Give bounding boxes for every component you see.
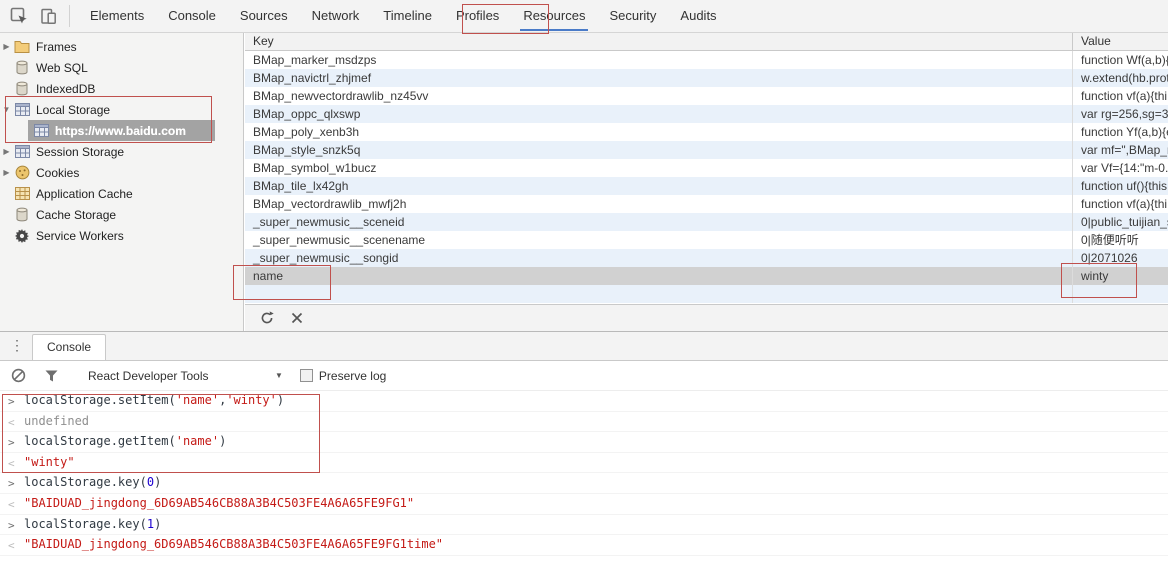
column-header-key[interactable]: Key xyxy=(245,33,1073,50)
sidebar-item-label: Local Storage xyxy=(36,103,110,117)
command-prompt-icon: > xyxy=(8,392,15,411)
table-row-selected[interactable]: namewinty xyxy=(245,267,1168,285)
sidebar-item-indexeddb[interactable]: IndexedDB xyxy=(0,78,243,99)
sidebar-item-label: https://www.baidu.com xyxy=(55,124,186,138)
console-tabstrip: ⋮ Console xyxy=(0,332,1168,361)
sidebar-item-label: Cache Storage xyxy=(36,208,116,222)
tab-security[interactable]: Security xyxy=(601,0,664,32)
column-header-value[interactable]: Value xyxy=(1073,33,1168,50)
tab-timeline[interactable]: Timeline xyxy=(375,0,440,32)
disclosure-collapsed-icon[interactable]: ▶ xyxy=(0,168,13,177)
console-command: >localStorage.setItem('name','winty') xyxy=(0,391,1168,412)
console-result: <undefined xyxy=(0,412,1168,433)
delete-item-button[interactable] xyxy=(289,310,305,326)
filter-icon[interactable] xyxy=(43,368,59,384)
storage-grid-icon xyxy=(13,144,31,160)
disclosure-expanded-icon[interactable]: ▼ xyxy=(0,105,13,114)
toolbar-divider xyxy=(69,5,70,27)
table-row[interactable]: BMap_newvectordrawlib_nz45vvfunction vf(… xyxy=(245,87,1168,105)
sidebar-item-label: Application Cache xyxy=(36,187,133,201)
table-row[interactable]: BMap_symbol_w1buczvar Vf={14:"m-0. xyxy=(245,159,1168,177)
preserve-log-checkbox[interactable] xyxy=(300,369,313,382)
result-arrow-icon: < xyxy=(8,454,15,473)
console-result: <"BAIDUAD_jingdong_6D69AB546CB88A3B4C503… xyxy=(0,494,1168,515)
disclosure-collapsed-icon[interactable]: ▶ xyxy=(0,147,13,156)
console-drawer: ⋮ Console React Developer Tools ▼ Preser… xyxy=(0,331,1168,561)
table-row[interactable]: BMap_oppc_qlxswpvar rg=256,sg=3 xyxy=(245,105,1168,123)
resources-sidebar: ▶ Frames Web SQL IndexedDB ▼ Local xyxy=(0,33,244,331)
folder-icon xyxy=(13,39,31,55)
table-row[interactable]: _super_newmusic__songid0|2071026 xyxy=(245,249,1168,267)
sidebar-item-local-storage[interactable]: ▼ Local Storage xyxy=(0,99,243,120)
cookie-icon xyxy=(13,165,31,181)
console-result: <"BAIDUAD_jingdong_6D69AB546CB88A3B4C503… xyxy=(0,535,1168,556)
table-row[interactable]: BMap_style_snzk5qvar mf=",BMap_r xyxy=(245,141,1168,159)
devtools-tabbar: Elements Console Sources Network Timelin… xyxy=(0,0,1168,33)
devtools-window: Elements Console Sources Network Timelin… xyxy=(0,0,1168,561)
sidebar-item-session-storage[interactable]: ▶ Session Storage xyxy=(0,141,243,162)
console-result: <"winty" xyxy=(0,453,1168,474)
preserve-log-label: Preserve log xyxy=(319,369,386,383)
refresh-button[interactable] xyxy=(259,310,275,326)
table-row[interactable]: _super_newmusic__scenename0|随便听听 xyxy=(245,231,1168,249)
device-toolbar-icon[interactable] xyxy=(38,6,58,26)
gear-icon xyxy=(13,228,31,244)
sidebar-item-frames[interactable]: ▶ Frames xyxy=(0,36,243,57)
sidebar-item-cookies[interactable]: ▶ Cookies xyxy=(0,162,243,183)
sidebar-item-label: Cookies xyxy=(36,166,79,180)
table-row[interactable]: BMap_tile_lx42ghfunction uf(){this xyxy=(245,177,1168,195)
database-icon xyxy=(13,207,31,223)
command-prompt-icon: > xyxy=(8,433,15,452)
storage-panel: Key Value BMap_marker_msdzpsfunction Wf(… xyxy=(245,33,1168,331)
console-command: >localStorage.key(1) xyxy=(0,515,1168,536)
table-row[interactable]: BMap_marker_msdzpsfunction Wf(a,b){ xyxy=(245,51,1168,69)
console-command: >localStorage.getItem('name') xyxy=(0,432,1168,453)
result-arrow-icon: < xyxy=(8,413,15,432)
execution-context-selector[interactable]: React Developer Tools xyxy=(88,369,271,383)
table-row[interactable]: _super_newmusic__sceneid0|public_tuijian… xyxy=(245,213,1168,231)
table-row[interactable] xyxy=(245,285,1168,303)
disclosure-collapsed-icon[interactable]: ▶ xyxy=(0,42,13,51)
tab-console[interactable]: Console xyxy=(160,0,224,32)
storage-grid-icon xyxy=(13,102,31,118)
sidebar-item-label: IndexedDB xyxy=(36,82,95,96)
tab-resources[interactable]: Resources xyxy=(515,0,593,32)
table-row[interactable]: BMap_poly_xenb3hfunction Yf(a,b){e xyxy=(245,123,1168,141)
inspect-element-icon[interactable] xyxy=(9,6,29,26)
sidebar-item-websql[interactable]: Web SQL xyxy=(0,57,243,78)
tab-sources[interactable]: Sources xyxy=(232,0,296,32)
tab-audits[interactable]: Audits xyxy=(672,0,724,32)
tab-profiles[interactable]: Profiles xyxy=(448,0,507,32)
database-icon xyxy=(13,60,31,76)
drawer-menu-icon[interactable]: ⋮ xyxy=(10,337,24,354)
table-row[interactable]: BMap_navictrl_zhjmefw.extend(hb.prot xyxy=(245,69,1168,87)
tab-console-drawer[interactable]: Console xyxy=(32,334,106,360)
storage-toolbar xyxy=(245,304,1168,331)
command-prompt-icon: > xyxy=(8,474,15,493)
database-icon xyxy=(13,81,31,97)
sidebar-item-label: Frames xyxy=(36,40,77,54)
sidebar-item-service-workers[interactable]: Service Workers xyxy=(0,225,243,246)
sidebar-item-application-cache[interactable]: Application Cache xyxy=(0,183,243,204)
appcache-icon xyxy=(13,186,31,202)
sidebar-item-baidu-local-storage[interactable]: https://www.baidu.com xyxy=(0,120,243,141)
sidebar-item-label: Web SQL xyxy=(36,61,88,75)
sidebar-item-label: Session Storage xyxy=(36,145,124,159)
tab-elements[interactable]: Elements xyxy=(82,0,152,32)
table-row[interactable]: BMap_vectordrawlib_mwfj2hfunction vf(a){… xyxy=(245,195,1168,213)
console-messages: >localStorage.setItem('name','winty') <u… xyxy=(0,391,1168,556)
table-header-row: Key Value xyxy=(245,33,1168,51)
selected-tree-row[interactable]: https://www.baidu.com xyxy=(28,120,215,141)
clear-console-icon[interactable] xyxy=(10,368,26,384)
tab-network[interactable]: Network xyxy=(304,0,368,32)
result-arrow-icon: < xyxy=(8,495,15,514)
console-filterbar: React Developer Tools ▼ Preserve log xyxy=(0,361,1168,391)
sidebar-item-label: Service Workers xyxy=(36,229,124,243)
sidebar-item-cache-storage[interactable]: Cache Storage xyxy=(0,204,243,225)
storage-grid-icon xyxy=(32,123,50,139)
console-command: >localStorage.key(0) xyxy=(0,473,1168,494)
result-arrow-icon: < xyxy=(8,536,15,555)
chevron-down-icon[interactable]: ▼ xyxy=(275,371,283,380)
command-prompt-icon: > xyxy=(8,516,15,535)
